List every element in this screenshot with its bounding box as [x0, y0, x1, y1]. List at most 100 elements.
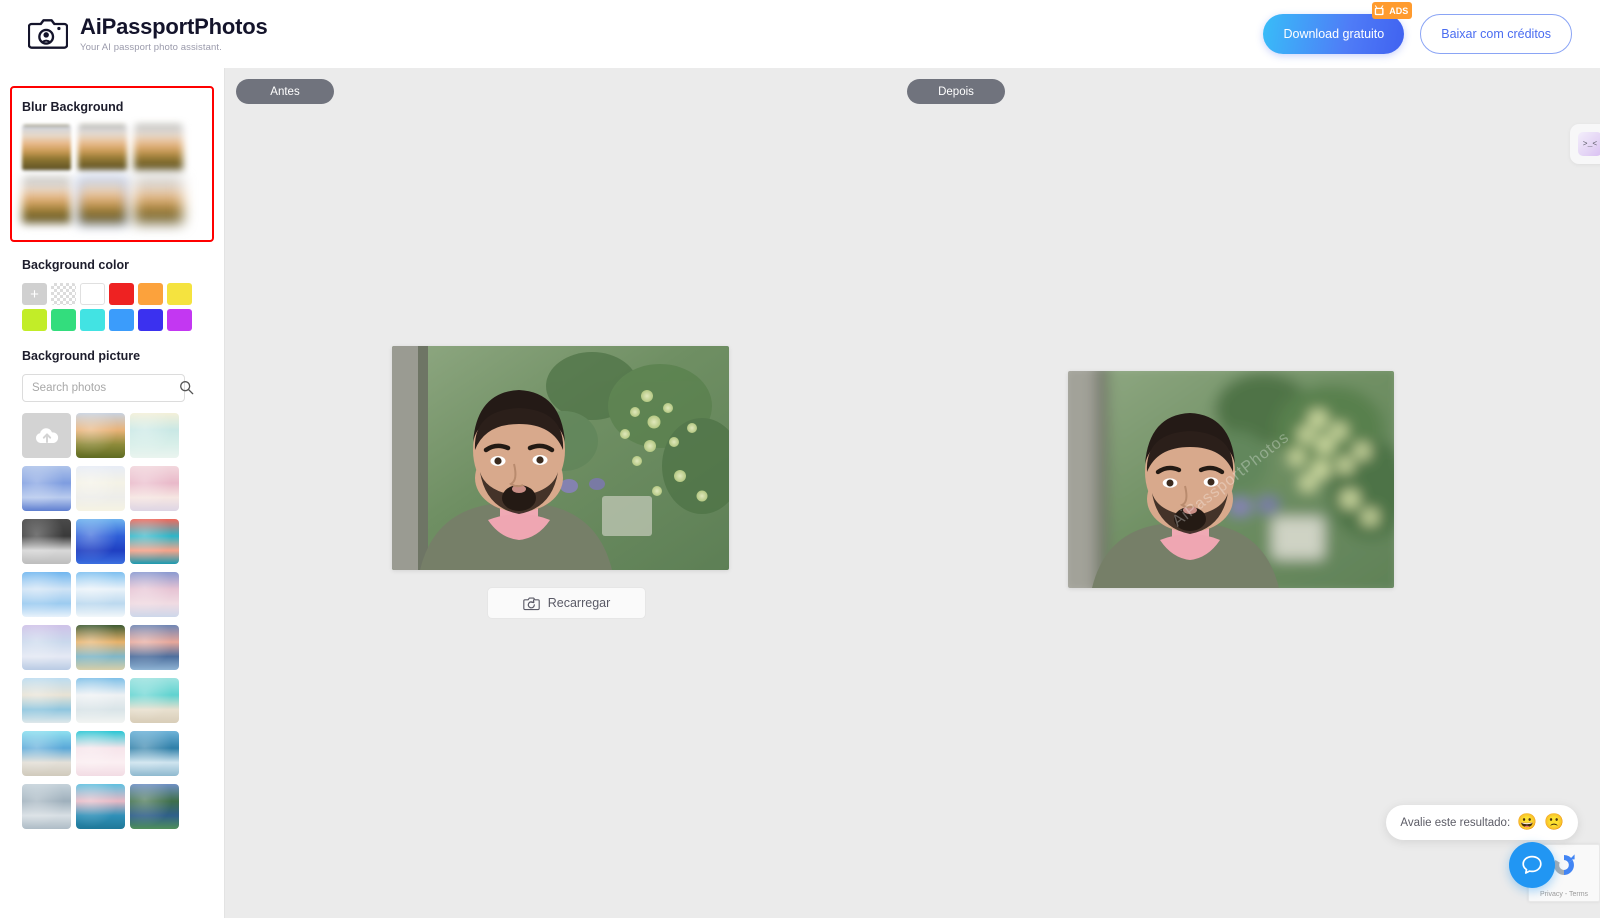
picture-thumb-blue-watercolor[interactable]	[22, 466, 71, 511]
search-photos-wrap	[22, 374, 202, 402]
picture-thumb-city-sunset[interactable]	[76, 413, 125, 458]
color-swatch-red[interactable]	[109, 283, 134, 305]
before-pill[interactable]: Antes	[236, 79, 334, 104]
thumb-overlay	[130, 519, 179, 564]
rating-happy-button[interactable]: 😀	[1517, 814, 1537, 831]
brand[interactable]: AiPassportPhotos Your AI passport photo …	[28, 14, 268, 53]
blur-thumb-2[interactable]	[78, 125, 127, 171]
search-photos-input[interactable]	[22, 374, 185, 402]
picture-thumb-pink-cloud-sky[interactable]	[130, 572, 179, 617]
ads-badge-label: ADS	[1389, 5, 1409, 16]
picture-thumb-upload-photo[interactable]	[22, 413, 71, 458]
picture-thumb-pier-ocean[interactable]	[130, 731, 179, 776]
recaptcha-text: Privacy - Terms	[1539, 891, 1589, 898]
cloud-upload-icon	[35, 427, 58, 443]
color-swatch-add-color[interactable]: +	[22, 283, 47, 305]
brand-subtitle: Your AI passport photo assistant.	[80, 41, 222, 53]
header-actions: Download gratuito ADS Baixar com crédito…	[1263, 2, 1572, 54]
picture-thumb-coral-teal-paint[interactable]	[130, 519, 179, 564]
color-swatch-lime[interactable]	[22, 309, 47, 331]
thumb-overlay	[76, 784, 125, 829]
picture-thumb-coastal-clouds[interactable]	[76, 784, 125, 829]
color-swatch-yellow[interactable]	[167, 283, 192, 305]
search-icon[interactable]	[179, 380, 194, 395]
thumb-overlay	[22, 466, 71, 511]
blur-thumb-3[interactable]	[134, 125, 183, 171]
download-credits-label: Baixar com créditos	[1441, 27, 1551, 41]
portrait-blurred-image	[1068, 371, 1394, 588]
before-photo[interactable]	[392, 346, 729, 570]
reload-button[interactable]: Recarregar	[487, 587, 646, 619]
color-swatch-blue[interactable]	[109, 309, 134, 331]
background-color-section: Background color +	[22, 258, 202, 331]
background-picture-section: Background picture	[22, 349, 202, 829]
picture-thumb-green-valley[interactable]	[130, 784, 179, 829]
thumb-overlay	[76, 678, 125, 723]
chat-bubble-icon	[1522, 855, 1542, 874]
kawaii-face-icon: >_<	[1578, 132, 1600, 156]
picture-thumb-gray-texture[interactable]	[22, 519, 71, 564]
reload-label: Recarregar	[547, 596, 611, 610]
download-free-label: Download gratuito	[1283, 27, 1385, 41]
picture-thumb-cream-paper[interactable]	[76, 466, 125, 511]
thumb-overlay	[130, 678, 179, 723]
thumb-overlay	[22, 625, 71, 670]
thumb-overlay	[22, 519, 71, 564]
thumb-overlay	[22, 678, 71, 723]
picture-thumb-turquoise-beach[interactable]	[130, 678, 179, 723]
thumb-overlay	[130, 784, 179, 829]
thumb-overlay	[130, 413, 179, 458]
thumb-overlay	[76, 413, 125, 458]
picture-thumb-beach-palms[interactable]	[22, 678, 71, 723]
thumb-overlay	[22, 731, 71, 776]
color-swatch-indigo[interactable]	[138, 309, 163, 331]
thumb-overlay	[76, 572, 125, 617]
picture-thumb-palm-sunset[interactable]	[76, 625, 125, 670]
rating-sad-button[interactable]: 🙁	[1544, 814, 1564, 831]
background-color-title: Background color	[22, 258, 129, 272]
picture-thumb-blue-car-beach[interactable]	[22, 731, 71, 776]
color-swatch-green[interactable]	[51, 309, 76, 331]
picture-thumb-pink-clouds[interactable]	[130, 466, 179, 511]
portrait-original-image	[392, 346, 729, 570]
app-header: AiPassportPhotos Your AI passport photo …	[0, 0, 1600, 68]
rating-label: Avalie este resultado:	[1400, 816, 1511, 829]
picture-thumb-beach-umbrella[interactable]	[76, 678, 125, 723]
background-picture-grid	[22, 413, 202, 829]
brand-title: AiPassportPhotos	[80, 14, 268, 40]
ads-badge: ADS	[1372, 2, 1413, 19]
thumb-overlay	[76, 519, 125, 564]
after-label: Depois	[938, 85, 974, 98]
picture-thumb-blue-ink[interactable]	[76, 519, 125, 564]
picture-thumb-pastel-mint[interactable]	[130, 413, 179, 458]
sidebar[interactable]: Blur Background Background color + Backg…	[0, 68, 225, 918]
background-picture-title: Background picture	[22, 349, 141, 363]
chat-button[interactable]	[1509, 842, 1555, 888]
picture-thumb-pink-beach[interactable]	[76, 731, 125, 776]
mini-face-card[interactable]: >_<	[1570, 124, 1600, 164]
thumb-overlay	[130, 625, 179, 670]
color-swatch-transparent[interactable]	[51, 283, 76, 305]
picture-thumb-moon-sky[interactable]	[22, 625, 71, 670]
blur-thumb-4[interactable]	[22, 178, 71, 224]
blur-thumb-5-selected[interactable]	[78, 178, 127, 224]
blur-thumb-6[interactable]	[134, 178, 183, 224]
color-swatch-magenta[interactable]	[167, 309, 192, 331]
download-free-button[interactable]: Download gratuito ADS	[1263, 2, 1413, 54]
color-swatch-white[interactable]	[80, 283, 105, 305]
app-root: AiPassportPhotos Your AI passport photo …	[0, 0, 1600, 918]
picture-thumb-ocean-sunset[interactable]	[130, 625, 179, 670]
before-label: Antes	[270, 85, 300, 98]
picture-thumb-misty-mountain[interactable]	[22, 784, 71, 829]
download-credits-button[interactable]: Baixar com créditos	[1420, 14, 1572, 54]
thumb-overlay	[130, 466, 179, 511]
color-swatch-cyan[interactable]	[80, 309, 105, 331]
thumb-overlay	[22, 784, 71, 829]
color-swatch-orange[interactable]	[138, 283, 163, 305]
blur-thumb-1[interactable]	[22, 125, 71, 171]
after-photo[interactable]: AiPassportPhotos	[1068, 371, 1394, 588]
after-pill[interactable]: Depois	[907, 79, 1005, 104]
tv-icon	[1374, 4, 1384, 15]
picture-thumb-blue-sky-clouds[interactable]	[22, 572, 71, 617]
picture-thumb-rainbow-sky[interactable]	[76, 572, 125, 617]
